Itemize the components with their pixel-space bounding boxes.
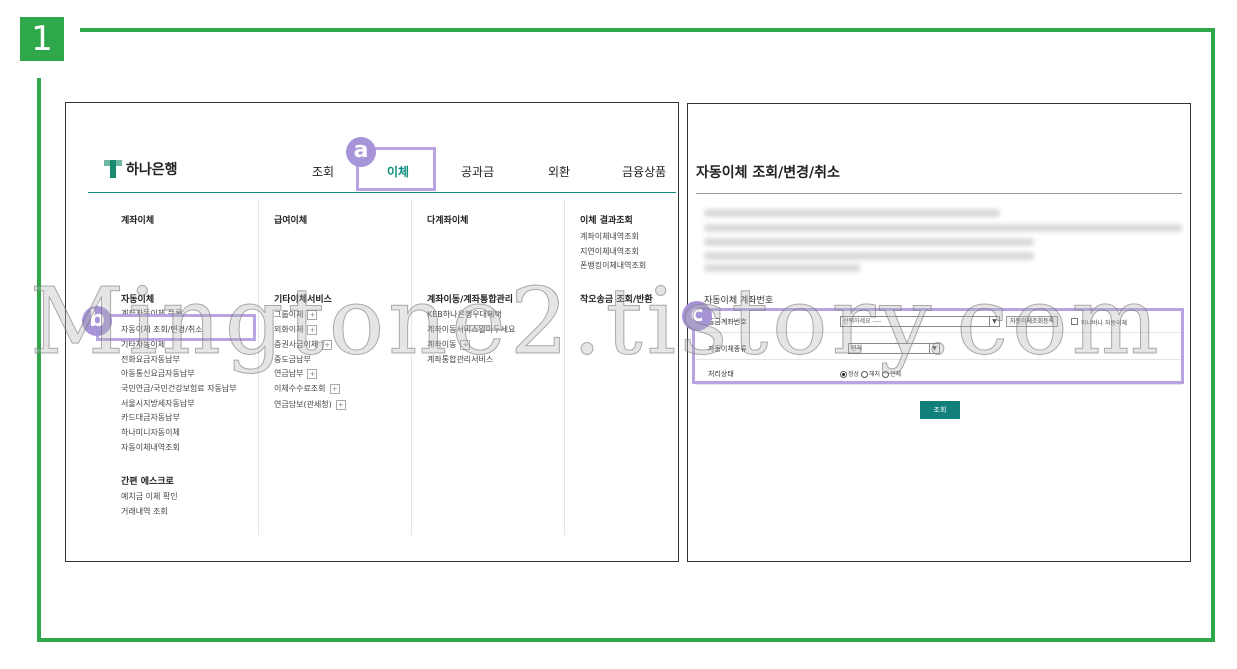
menu-head-account-transfer[interactable]: 계좌이체 — [121, 213, 154, 226]
menu-item[interactable]: 자동이체내역조회 — [121, 442, 180, 453]
blurred-text — [704, 252, 1034, 260]
menu-head-escrow[interactable]: 간편 에스크로 — [121, 474, 174, 487]
menu-item[interactable]: 예치금 이체 확인 — [121, 491, 178, 502]
marker-a: a — [346, 137, 376, 167]
menu-item[interactable]: 국민연금/국민건강보험료 자동납부 — [121, 383, 237, 394]
bank-logo[interactable]: 하나은행 — [104, 159, 178, 179]
logo-text: 하나은행 — [126, 162, 178, 178]
blurred-text — [704, 224, 1182, 232]
menu-item[interactable]: 연금담보(관세청) + — [274, 399, 346, 410]
nav-forex[interactable]: 외환 — [548, 163, 570, 180]
title-divider — [696, 193, 1182, 194]
menu-item[interactable]: 카드대금자동납부 — [121, 412, 180, 423]
plus-icon: + — [329, 383, 340, 394]
hana-logo-icon — [104, 160, 122, 178]
nav-products[interactable]: 금융상품 — [622, 163, 666, 180]
menu-item[interactable]: 이체수수료조회 + — [274, 383, 340, 394]
search-button[interactable]: 조회 — [920, 401, 960, 419]
menu-item[interactable]: 하나미니자동이체 — [121, 427, 180, 438]
nav-inquiry[interactable]: 조회 — [312, 163, 334, 180]
blurred-text — [704, 238, 1034, 246]
plus-icon: + — [335, 399, 346, 410]
menu-item[interactable]: 거래내역 조회 — [121, 506, 168, 517]
menu-head-multi-account[interactable]: 다계좌이체 — [427, 213, 468, 226]
blurred-text — [704, 209, 1000, 217]
page-title: 자동이체 조회/변경/취소 — [696, 165, 840, 181]
menu-item[interactable]: 서울시지방세자동납부 — [121, 398, 195, 409]
nav-utility[interactable]: 공과금 — [461, 163, 494, 180]
menu-head-transfer-result[interactable]: 이체 결과조회 — [580, 213, 633, 226]
nav-underline — [88, 192, 676, 193]
watermark: Mingtone2.tistory.com — [30, 268, 1163, 376]
menu-item[interactable]: 지연이체내역조회 — [580, 246, 639, 257]
menu-head-salary[interactable]: 급여이체 — [274, 213, 307, 226]
menu-item[interactable]: 계좌이체내역조회 — [580, 231, 639, 242]
step-badge: 1 — [20, 17, 64, 61]
